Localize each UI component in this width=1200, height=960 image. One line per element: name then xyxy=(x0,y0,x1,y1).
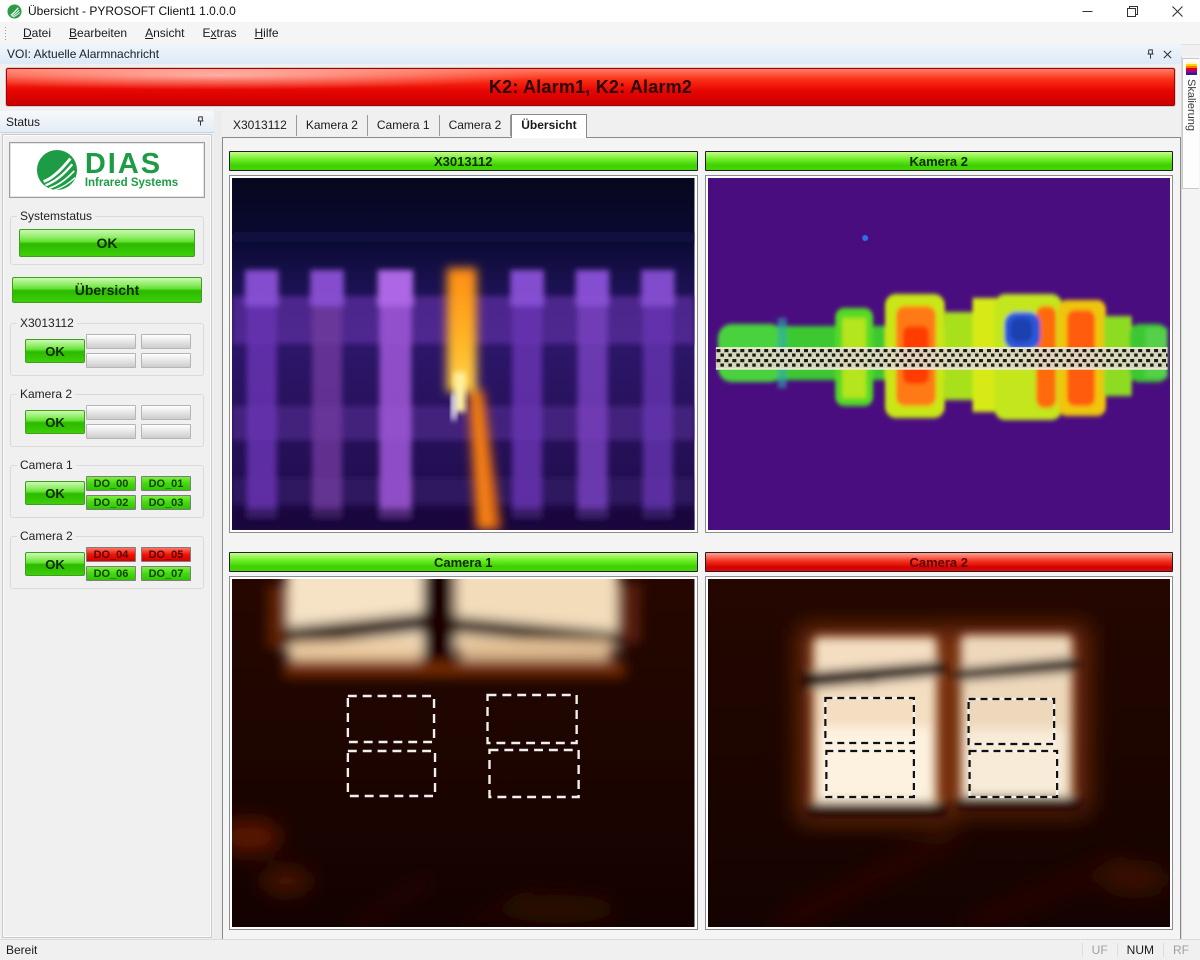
skalierung-label: Skalierung xyxy=(1185,79,1197,131)
menu-bar: Datei Bearbeiten Ansicht Extras Hilfe xyxy=(0,22,1200,45)
close-panel-icon[interactable] xyxy=(1162,49,1173,60)
status-panel-body: DIAS Infrared Systems Systemstatus OK Üb… xyxy=(2,134,212,938)
kamera2-ok-button[interactable]: OK xyxy=(25,410,85,434)
logo-tagline: Infrared Systems xyxy=(85,177,178,189)
do-05-indicator[interactable]: DO_05 xyxy=(141,547,191,562)
do-03-indicator[interactable]: DO_03 xyxy=(141,495,191,510)
toolbar-grip[interactable] xyxy=(4,26,8,40)
panel-x3013112: X3013112 xyxy=(229,151,698,533)
group-label: Camera 1 xyxy=(17,458,76,472)
main-view: X3013112 Kamera 2 Camera 1 Camera 2 Über… xyxy=(222,111,1181,940)
restore-button[interactable] xyxy=(1110,0,1155,22)
logo-brand: DIAS xyxy=(85,151,178,177)
statusbar-ready: Bereit xyxy=(6,943,37,957)
do-04-indicator[interactable]: DO_04 xyxy=(86,547,136,562)
group-label: Kamera 2 xyxy=(17,387,75,401)
do-07-indicator[interactable]: DO_07 xyxy=(141,566,191,581)
group-label: X3013112 xyxy=(17,316,77,330)
camera2-ok-button[interactable]: OK xyxy=(25,552,85,576)
menu-hilfe[interactable]: Hilfe xyxy=(246,23,288,43)
dias-logo: DIAS Infrared Systems xyxy=(9,142,205,198)
menu-datei[interactable]: Datei xyxy=(14,23,60,43)
statusbar-rf: RF xyxy=(1163,943,1198,957)
status-panel-title: Status xyxy=(6,115,40,129)
panel-camera2-statusbar: Camera 2 xyxy=(705,552,1174,572)
status-sidebar: Status DIAS Infrared Systems xyxy=(0,111,214,940)
window-title: Übersicht - PYROSOFT Client1 1.0.0.0 xyxy=(28,4,236,18)
panel-camera1-statusbar: Camera 1 xyxy=(229,552,698,572)
dias-logo-icon xyxy=(36,149,78,191)
group-label: Systemstatus xyxy=(17,209,95,223)
sidebar-splitter[interactable] xyxy=(214,111,222,940)
panel-camera2-image[interactable] xyxy=(705,576,1174,930)
group-kamera2: Kamera 2 OK xyxy=(10,394,204,447)
panel-kamera2: Kamera 2 xyxy=(705,151,1174,533)
tab-kamera2[interactable]: Kamera 2 xyxy=(297,115,368,136)
voi-panel-title: VOI: Aktuelle Alarmnachricht xyxy=(7,47,159,61)
output-indicator xyxy=(141,405,191,420)
do-00-indicator[interactable]: DO_00 xyxy=(86,476,136,491)
menu-extras[interactable]: Extras xyxy=(193,23,245,43)
panel-camera1-image[interactable] xyxy=(229,576,698,930)
output-indicator xyxy=(86,353,136,368)
do-01-indicator[interactable]: DO_01 xyxy=(141,476,191,491)
pin-icon[interactable] xyxy=(1145,49,1156,60)
panel-camera1: Camera 1 xyxy=(229,552,698,930)
alarm-message: K2: Alarm1, K2: Alarm2 xyxy=(489,77,692,98)
statusbar-uf: UF xyxy=(1082,943,1117,957)
camera1-ok-button[interactable]: OK xyxy=(25,481,85,505)
pin-icon[interactable] xyxy=(195,116,206,127)
voi-panel-header: VOI: Aktuelle Alarmnachricht xyxy=(0,44,1181,65)
panel-x3013112-statusbar: X3013112 xyxy=(229,151,698,171)
statusbar-num: NUM xyxy=(1117,943,1163,957)
output-indicator xyxy=(86,334,136,349)
group-x3013112: X3013112 OK xyxy=(10,323,204,376)
app-logo-icon xyxy=(7,4,22,19)
alarm-zone: K2: Alarm1, K2: Alarm2 xyxy=(0,64,1181,111)
tab-uebersicht[interactable]: Übersicht xyxy=(511,114,586,138)
group-systemstatus: Systemstatus OK xyxy=(10,216,204,265)
view-tabstrip: X3013112 Kamera 2 Camera 1 Camera 2 Über… xyxy=(222,115,1181,137)
panel-kamera2-image[interactable] xyxy=(705,175,1174,533)
tab-skalierung[interactable]: Skalierung xyxy=(1182,58,1199,189)
do-02-indicator[interactable]: DO_02 xyxy=(86,495,136,510)
output-indicator xyxy=(86,424,136,439)
tab-camera1[interactable]: Camera 1 xyxy=(368,115,440,136)
tab-x3013112[interactable]: X3013112 xyxy=(224,115,297,136)
panel-kamera2-statusbar: Kamera 2 xyxy=(705,151,1174,171)
output-indicator xyxy=(141,424,191,439)
output-indicator xyxy=(86,405,136,420)
group-label: Camera 2 xyxy=(17,529,76,543)
overview-button[interactable]: Übersicht xyxy=(12,277,202,303)
menu-ansicht[interactable]: Ansicht xyxy=(136,23,193,43)
systemstatus-ok-button[interactable]: OK xyxy=(19,229,195,257)
close-button[interactable] xyxy=(1155,0,1200,22)
do-06-indicator[interactable]: DO_06 xyxy=(86,566,136,581)
panel-camera2: Camera 2 xyxy=(705,552,1174,930)
status-panel-header: Status xyxy=(0,111,214,133)
output-indicator xyxy=(141,353,191,368)
tab-camera2[interactable]: Camera 2 xyxy=(440,115,512,136)
group-camera2: Camera 2 OK DO_04 DO_05 DO_06 DO_07 xyxy=(10,536,204,589)
autohide-strip: Skalierung xyxy=(1181,56,1200,940)
status-bar: Bereit UF NUM RF xyxy=(0,939,1200,960)
overview-content: X3013112 xyxy=(222,137,1181,943)
output-indicator xyxy=(141,334,191,349)
alarm-banner: K2: Alarm1, K2: Alarm2 xyxy=(6,68,1175,106)
x3013112-ok-button[interactable]: OK xyxy=(25,339,85,363)
title-bar: Übersicht - PYROSOFT Client1 1.0.0.0 xyxy=(0,0,1200,23)
panel-x3013112-image[interactable] xyxy=(229,175,698,533)
thermal-palette-icon xyxy=(1186,62,1197,75)
group-camera1: Camera 1 OK DO_00 DO_01 DO_02 DO_03 xyxy=(10,465,204,518)
minimize-button[interactable] xyxy=(1065,0,1110,22)
menu-bearbeiten[interactable]: Bearbeiten xyxy=(60,23,136,43)
